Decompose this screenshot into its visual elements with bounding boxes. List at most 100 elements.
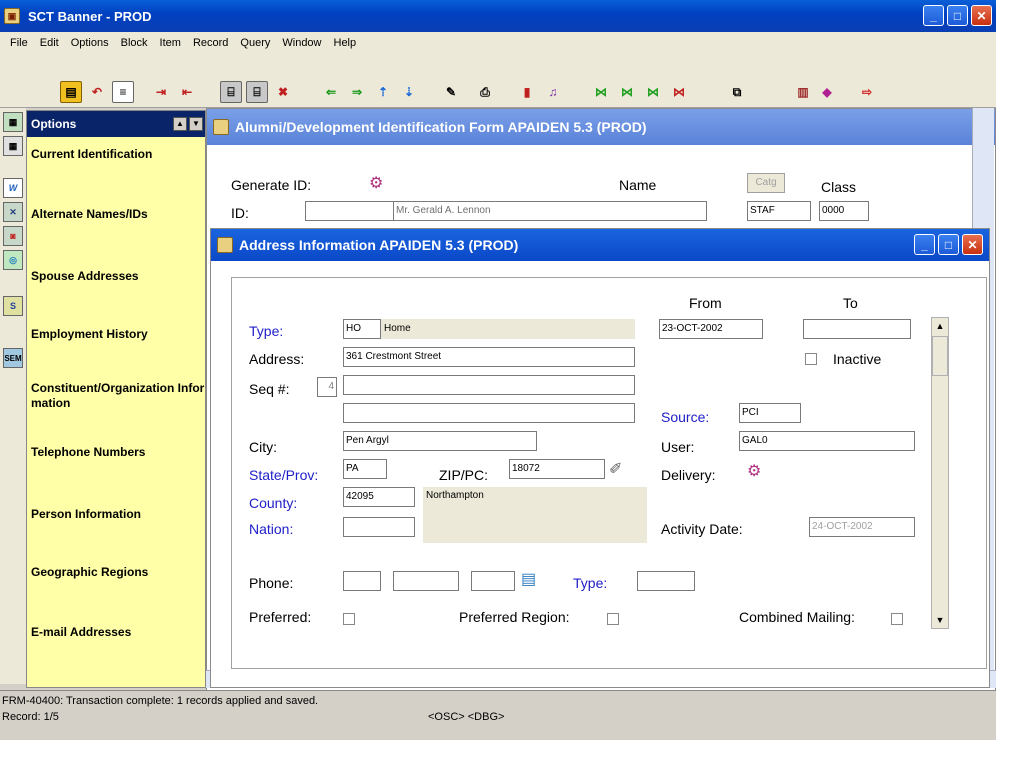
source-field[interactable]: PCI — [739, 403, 801, 423]
zip-search-icon[interactable]: ✐ — [609, 459, 631, 481]
books-icon[interactable]: ▥ — [792, 81, 814, 103]
scroll-down-icon[interactable]: ▼ — [189, 117, 203, 131]
id-label: ID: — [231, 205, 249, 221]
record-scroll-up-icon[interactable]: ▲ — [932, 318, 948, 334]
monitor-icon[interactable]: ◙ — [3, 226, 23, 246]
insert-record-icon[interactable]: ⇥ — [150, 81, 172, 103]
option-alternate-names[interactable]: Alternate Names/IDs — [31, 207, 205, 222]
option-email-addresses[interactable]: E-mail Addresses — [31, 625, 205, 640]
link3-icon[interactable]: ⋈ — [642, 81, 664, 103]
calendar-icon[interactable]: ▦ — [3, 136, 23, 156]
menu-item[interactable]: Item — [160, 37, 181, 49]
exit-form-icon[interactable]: ≡ — [112, 81, 134, 103]
name-field[interactable]: Mr. Gerald A. Lennon — [393, 201, 707, 221]
window-icon[interactable]: ⧉ — [726, 81, 748, 103]
menu-record[interactable]: Record — [193, 37, 228, 49]
book-icon[interactable]: ◆ — [816, 81, 838, 103]
catg-field[interactable]: STAF — [747, 201, 811, 221]
delivery-icon[interactable]: ⚙ — [747, 461, 769, 483]
phone-type-label: Type: — [573, 575, 608, 591]
preferred-region-checkbox[interactable] — [607, 613, 619, 625]
address-close-button[interactable]: ✕ — [962, 234, 983, 255]
address-maximize-button[interactable]: □ — [938, 234, 959, 255]
maximize-button[interactable]: □ — [947, 5, 968, 26]
word-icon[interactable]: W — [3, 178, 23, 198]
previous-record-icon[interactable]: ⇡ — [372, 81, 394, 103]
preferred-checkbox[interactable] — [343, 613, 355, 625]
phone-area-field[interactable] — [343, 571, 381, 591]
state-field[interactable]: PA — [343, 459, 387, 479]
address-line2-field[interactable] — [343, 375, 635, 395]
link-icon[interactable]: ⋈ — [590, 81, 612, 103]
address-titlebar: Address Information APAIDEN 5.3 (PROD) _… — [211, 229, 989, 261]
combined-mailing-checkbox[interactable] — [891, 613, 903, 625]
sct-icon[interactable]: S — [3, 296, 23, 316]
chart-icon[interactable]: ▮ — [516, 81, 538, 103]
to-date-field[interactable] — [803, 319, 911, 339]
menu-help[interactable]: Help — [334, 37, 357, 49]
phone-ext-field[interactable] — [471, 571, 515, 591]
next-record-icon[interactable]: ⇣ — [398, 81, 420, 103]
save-icon[interactable]: ▤ — [60, 81, 82, 103]
menu-edit[interactable]: Edit — [40, 37, 59, 49]
city-field[interactable]: Pen Argyl — [343, 431, 537, 451]
option-current-identification[interactable]: Current Identification — [31, 147, 205, 162]
translate-icon[interactable]: ♫ — [542, 81, 564, 103]
minimize-button[interactable]: _ — [923, 5, 944, 26]
id-field[interactable] — [305, 201, 395, 221]
menu-file[interactable]: File — [10, 37, 28, 49]
nation-field[interactable] — [343, 517, 415, 537]
next-block-icon[interactable]: ⇒ — [346, 81, 368, 103]
record-scroll-thumb[interactable] — [932, 336, 948, 376]
print-icon[interactable]: ⎙ — [474, 81, 496, 103]
address-line1-field[interactable]: 361 Crestmont Street — [343, 347, 635, 367]
option-constituent-organization[interactable]: Constituent/Organization Information — [31, 381, 207, 411]
link4-icon[interactable]: ⋈ — [668, 81, 690, 103]
menu-options[interactable]: Options — [71, 37, 109, 49]
user-field[interactable]: GAL0 — [739, 431, 915, 451]
menu-query[interactable]: Query — [240, 37, 270, 49]
address-type-code-field[interactable]: HO — [343, 319, 381, 339]
phone-number-field[interactable] — [393, 571, 459, 591]
address-line3-field[interactable] — [343, 403, 635, 423]
county-code-field[interactable]: 42095 — [343, 487, 415, 507]
enter-query-icon[interactable]: ⌸ — [220, 81, 242, 103]
calculator-icon[interactable]: ▦ — [3, 112, 23, 132]
seq-label: Seq #: — [249, 381, 290, 397]
address-minimize-button[interactable]: _ — [914, 234, 935, 255]
record-scroll-down-icon[interactable]: ▼ — [932, 612, 948, 628]
class-field[interactable]: 0000 — [819, 201, 869, 221]
cancel-query-icon[interactable]: ✖ — [272, 81, 294, 103]
seq-field[interactable]: 4 — [317, 377, 337, 397]
phone-list-icon[interactable]: ▤ — [521, 569, 543, 591]
option-employment-history[interactable]: Employment History — [31, 327, 205, 342]
menu-bar: File Edit Options Block Item Record Quer… — [0, 32, 996, 54]
scroll-up-icon[interactable]: ▲ — [173, 117, 187, 131]
inactive-checkbox[interactable] — [805, 353, 817, 365]
menu-window[interactable]: Window — [282, 37, 321, 49]
menu-block[interactable]: Block — [121, 37, 148, 49]
county-name: Northampton — [423, 487, 647, 543]
generate-id-icon[interactable]: ⚙ — [369, 173, 393, 195]
remove-record-icon[interactable]: ⇤ — [176, 81, 198, 103]
previous-block-icon[interactable]: ⇐ — [320, 81, 342, 103]
link2-icon[interactable]: ⋈ — [616, 81, 638, 103]
option-person-information[interactable]: Person Information — [31, 507, 205, 522]
rollback-icon[interactable]: ↶ — [86, 81, 108, 103]
option-geographic-regions[interactable]: Geographic Regions — [31, 565, 205, 580]
web-icon[interactable]: ◎ — [3, 250, 23, 270]
banner-app-window: ▣ SCT Banner - PROD _ □ ✕ File Edit Opti… — [0, 0, 996, 740]
excel-icon[interactable]: ✕ — [3, 202, 23, 222]
option-spouse-addresses[interactable]: Spouse Addresses — [31, 269, 205, 284]
address-record-scrollbar[interactable]: ▲ ▼ — [931, 317, 949, 629]
catg-button[interactable]: Catg — [747, 173, 785, 193]
edit-icon[interactable]: ✎ — [440, 81, 462, 103]
execute-query-icon[interactable]: ⌸ — [246, 81, 268, 103]
zip-field[interactable]: 18072 — [509, 459, 605, 479]
option-telephone-numbers[interactable]: Telephone Numbers — [31, 445, 205, 460]
phone-type-field[interactable] — [637, 571, 695, 591]
sem-icon[interactable]: SEM — [3, 348, 23, 368]
close-button[interactable]: ✕ — [971, 5, 992, 26]
exit-icon[interactable]: ⇨ — [856, 81, 878, 103]
from-date-field[interactable]: 23-OCT-2002 — [659, 319, 763, 339]
